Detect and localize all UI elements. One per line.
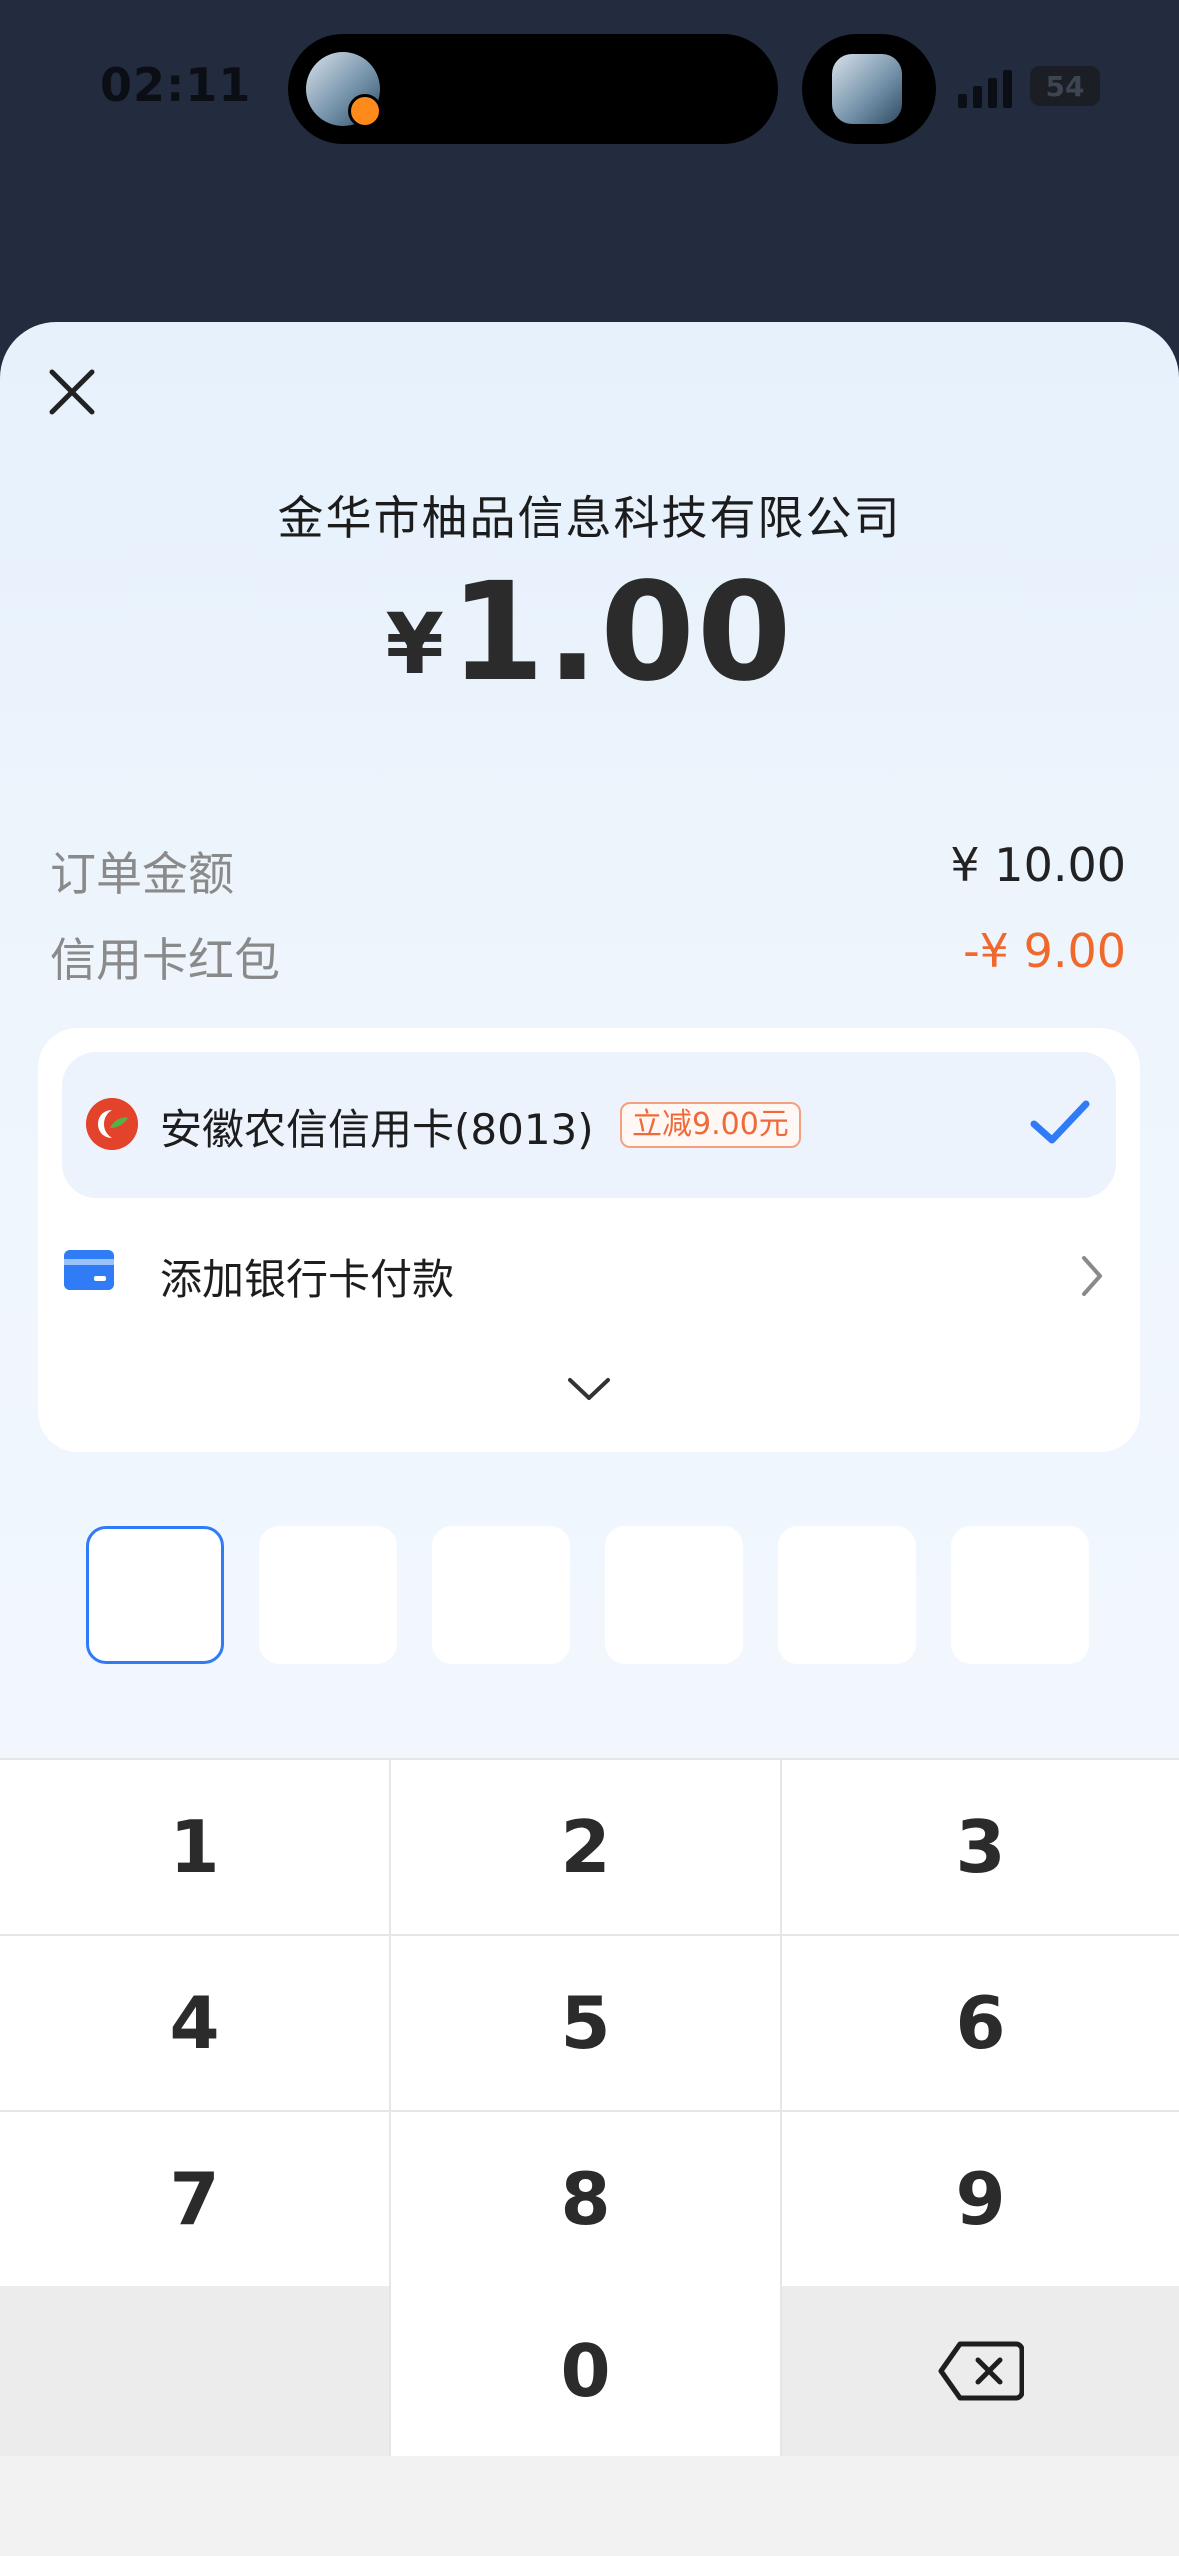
key-3[interactable]: 3 [782,1760,1179,1934]
payment-amount: ¥1.00 [0,554,1179,712]
cellular-signal-icon [958,70,1012,108]
key-5[interactable]: 5 [391,1936,780,2110]
key-empty [0,2286,389,2456]
add-bank-card-item[interactable]: 添加银行卡付款 [62,1228,1116,1328]
status-time: 02:11 [100,58,252,112]
order-amount-label: 订单金额 [50,847,234,901]
pin-digit-box-2[interactable] [259,1526,397,1664]
order-amount-value: ¥ 10.00 [950,838,1126,892]
credit-bonus-value: -¥ 9.00 [963,924,1126,978]
merchant-name: 金华市柚品信息科技有限公司 [277,491,902,545]
credit-bonus-label: 信用卡红包 [50,933,280,987]
credit-bonus-row: 信用卡红包 -¥ 9.00 [50,924,1126,987]
bank-card-icon [64,1250,114,1290]
dynamic-island [288,34,778,144]
battery-icon: 54 [1030,66,1100,106]
key-2[interactable]: 2 [391,1760,780,1934]
numeric-keypad: 1 2 3 4 5 6 7 8 9 0 [0,1758,1179,2456]
backspace-key[interactable] [782,2286,1179,2456]
notification-badge-icon [348,94,382,128]
chevron-right-icon [1082,1256,1102,1296]
backspace-icon [938,2341,1024,2401]
pin-digit-box-4[interactable] [605,1526,743,1664]
key-6[interactable]: 6 [782,1936,1179,2110]
payment-method-card: 安徽农信信用卡(8013) 立减9.00元 添加银行卡付款 [38,1028,1140,1452]
home-indicator-area [0,2456,1179,2556]
key-4[interactable]: 4 [0,1936,389,2110]
key-8[interactable]: 8 [391,2112,780,2286]
app-thumbnail-icon [832,54,902,124]
pin-digit-box-1[interactable] [86,1526,224,1664]
card-name: 安徽农信信用卡(8013) [160,1105,594,1154]
pin-digit-box-5[interactable] [778,1526,916,1664]
key-9[interactable]: 9 [782,2112,1179,2286]
checkmark-icon [1030,1100,1090,1144]
currency-symbol: ¥ [385,595,444,693]
chevron-down-icon[interactable] [566,1376,612,1404]
add-bank-card-label: 添加银行卡付款 [160,1255,455,1304]
dynamic-island-right [802,34,936,144]
pin-digit-box-3[interactable] [432,1526,570,1664]
key-0[interactable]: 0 [391,2286,780,2456]
close-icon[interactable] [44,364,100,420]
key-7[interactable]: 7 [0,2112,389,2286]
amount-value: 1.00 [449,554,794,712]
order-amount-row: 订单金额 ¥ 10.00 [50,838,1126,901]
bank-logo-icon [86,1098,138,1150]
selected-payment-method[interactable]: 安徽农信信用卡(8013) 立减9.00元 [62,1052,1116,1198]
pin-digit-box-6[interactable] [951,1526,1089,1664]
key-1[interactable]: 1 [0,1760,389,1934]
promo-badge: 立减9.00元 [620,1102,801,1148]
